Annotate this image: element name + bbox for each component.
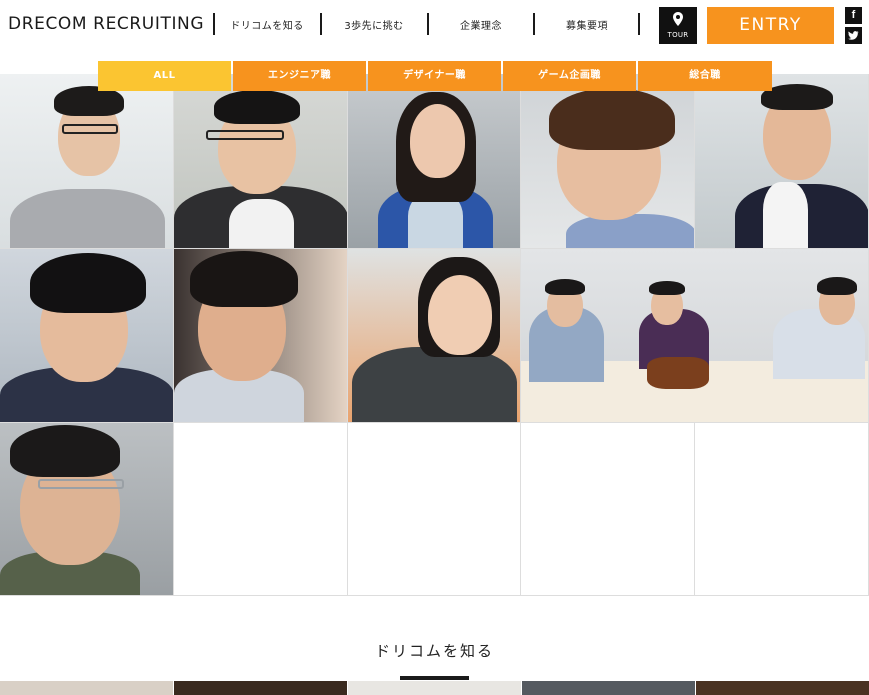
- empty-tile: [521, 423, 695, 596]
- filter-tab-engineer[interactable]: エンジニア職: [233, 61, 366, 91]
- facebook-icon[interactable]: f: [845, 7, 862, 24]
- photo-hair: [10, 425, 120, 477]
- job-category-filter: ALL エンジニア職 デザイナー職 ゲーム企画職 総合職: [98, 61, 772, 91]
- staff-photo-tile[interactable]: [521, 74, 695, 249]
- nav-item-philosophy[interactable]: 企業理念: [430, 17, 532, 32]
- photo-face: [410, 104, 465, 178]
- nav-item-about[interactable]: ドリコムを知る: [216, 17, 318, 32]
- photo-body: [566, 214, 694, 248]
- photo-body: [10, 189, 165, 248]
- staff-photo-tile[interactable]: [695, 74, 869, 249]
- empty-tile: [174, 423, 348, 596]
- photo-hair: [817, 277, 857, 295]
- staff-photo-tile[interactable]: [348, 74, 521, 249]
- glasses-shape: [206, 130, 284, 140]
- photo-body: [352, 347, 517, 422]
- photo-plush-toys: [647, 357, 709, 389]
- empty-tile: [695, 423, 869, 596]
- section-title: ドリコムを知る: [374, 642, 494, 660]
- thumbnail-strip: [174, 681, 347, 695]
- staff-photo-tile[interactable]: [348, 249, 521, 423]
- empty-tile: [348, 423, 521, 596]
- nav-item-challenge[interactable]: 3歩先に挑む: [323, 17, 425, 32]
- photo-shirt: [229, 199, 294, 248]
- photo-hair: [214, 90, 300, 124]
- tour-button[interactable]: TOUR: [659, 7, 697, 44]
- thumbnail-strip: [348, 681, 521, 695]
- twitter-bird-glyph: [848, 31, 859, 40]
- photo-body: [773, 309, 865, 379]
- photo-face: [428, 275, 492, 355]
- thumbnail-strip: [522, 681, 695, 695]
- staff-photo-tile[interactable]: [0, 423, 174, 596]
- section-underline: [400, 676, 469, 680]
- staff-photo-tile[interactable]: [0, 249, 174, 423]
- glasses-shape: [38, 479, 124, 489]
- nav-item-requirements[interactable]: 募集要項: [536, 17, 638, 32]
- site-logo[interactable]: DRECOM RECRUITING: [8, 14, 204, 34]
- staff-photo-tile[interactable]: [174, 249, 348, 423]
- filter-tab-game-planner[interactable]: ゲーム企画職: [503, 61, 636, 91]
- filter-tab-general[interactable]: 総合職: [638, 61, 772, 91]
- photo-hair: [545, 279, 585, 295]
- tour-label: TOUR: [667, 31, 689, 39]
- filter-tab-all[interactable]: ALL: [98, 61, 231, 91]
- nav-separator: [427, 13, 429, 35]
- nav-separator: [213, 13, 215, 35]
- photo-hair: [649, 281, 685, 295]
- nav-separator: [320, 13, 322, 35]
- photo-hair: [549, 88, 675, 150]
- entry-button[interactable]: ENTRY: [707, 7, 834, 44]
- thumbnail-strip: [0, 681, 173, 695]
- nav-separator: [638, 13, 640, 35]
- staff-photo-grid: [0, 74, 869, 596]
- filter-tab-designer[interactable]: デザイナー職: [368, 61, 501, 91]
- photo-hair: [190, 251, 298, 307]
- twitter-icon[interactable]: [845, 27, 862, 44]
- photo-shirt: [763, 182, 808, 248]
- staff-photo-tile[interactable]: [174, 74, 348, 249]
- staff-photo-tile[interactable]: [0, 74, 174, 249]
- nav-separator: [533, 13, 535, 35]
- thumbnail-strip: [696, 681, 869, 695]
- glasses-shape: [62, 124, 118, 134]
- photo-hair: [30, 253, 146, 313]
- map-pin-icon: [673, 12, 683, 26]
- staff-group-photo-tile[interactable]: [521, 249, 869, 423]
- site-header: DRECOM RECRUITING ドリコムを知る 3歩先に挑む 企業理念 募集…: [0, 0, 869, 62]
